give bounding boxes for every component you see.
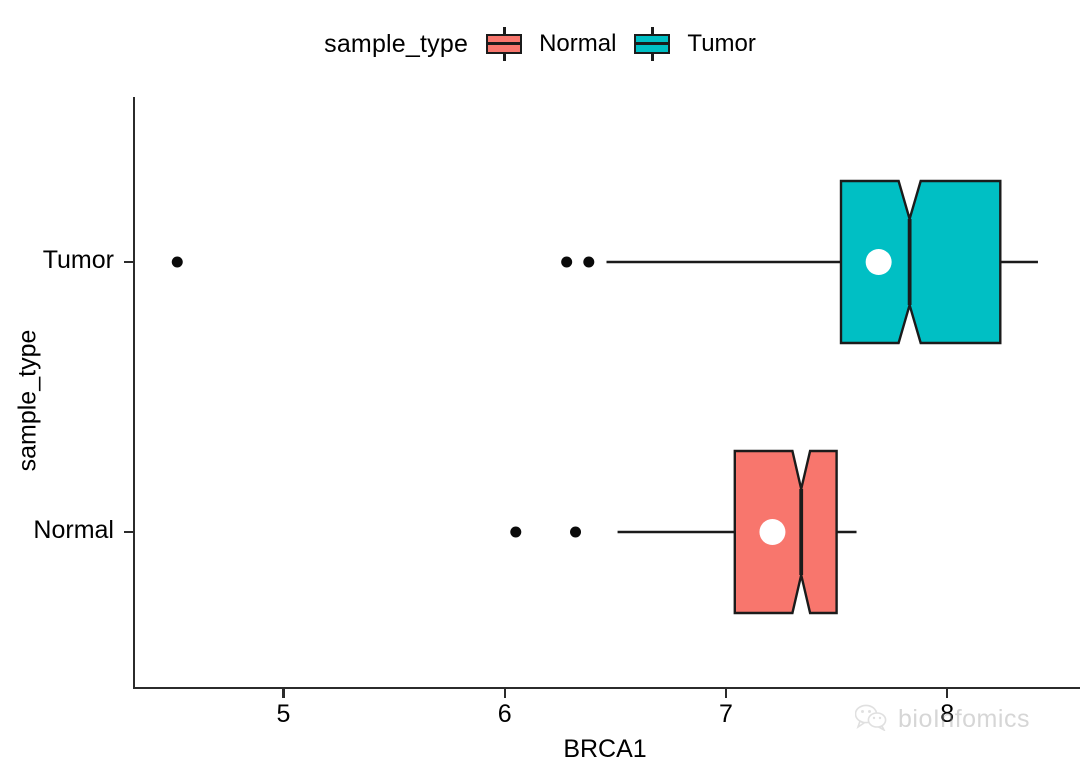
x-axis-title: BRCA1 [563,735,647,763]
box-body[interactable] [839,179,1002,345]
x-tick-label: 6 [497,700,512,728]
outlier-point[interactable] [561,256,573,268]
x-tick-label: 5 [276,700,291,728]
x-tick-mark [946,689,949,698]
boxplot-svg [171,179,1038,615]
y-tick-label: Tumor [42,246,114,274]
plot-panel [133,97,1080,688]
box-body[interactable] [733,449,838,615]
mean-point [865,249,892,275]
outlier-point[interactable] [583,256,595,268]
y-tick-label: Normal [33,516,114,544]
outlier-point[interactable] [171,256,183,268]
x-tick-label: 7 [719,700,733,728]
mean-point [759,519,786,545]
boxplot-group-tumor[interactable] [171,179,1038,345]
x-tick-mark [282,689,285,698]
x-tick-label: 8 [940,700,955,728]
outlier-point[interactable] [570,526,582,538]
x-tick-mark [724,689,728,698]
x-tick-mark [503,689,506,698]
y-tick-mark [124,260,133,264]
outlier-point[interactable] [510,526,522,538]
y-tick-mark [124,530,133,534]
boxplot-group-normal[interactable] [510,449,857,615]
boxplot-chart: 5 6 7 8 Tumor Normal BRCA1 sample_type [0,0,1080,772]
y-axis-title: sample_type [13,329,42,472]
